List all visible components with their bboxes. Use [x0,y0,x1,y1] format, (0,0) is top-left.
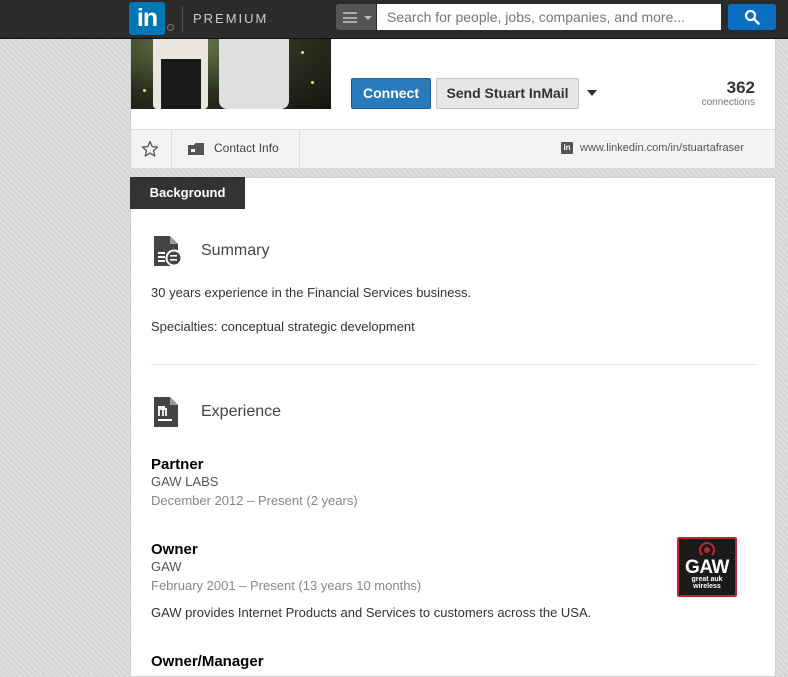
job-title[interactable]: Partner [151,456,204,473]
background-section: Background Summary 30 years experience i… [130,177,776,677]
star-icon [141,140,159,157]
save-profile-button[interactable] [131,130,172,168]
search-filter-dropdown[interactable] [336,4,376,30]
filter-menu-icon [343,12,357,23]
linkedin-logo[interactable]: in [129,2,165,35]
experience-heading: Experience [201,403,282,420]
contact-info-tab[interactable]: Contact Info [172,130,300,168]
job-company[interactable]: GAW [151,559,182,574]
folder-card-icon [188,143,204,155]
connections-label: connections [701,97,755,108]
job-company[interactable]: GAW LABS [151,474,218,489]
send-inmail-button[interactable]: Send Stuart InMail [436,78,579,109]
nav-divider [182,6,183,32]
experience-icon [154,397,178,427]
search-icon [744,9,760,25]
section-divider [151,364,756,365]
summary-icon [154,236,183,267]
job-description: GAW provides Internet Products and Servi… [151,605,592,620]
job-dates: February 2001 – Present (13 years 10 mon… [151,578,422,593]
job-dates: December 2012 – Present (2 years) [151,493,358,508]
job-title[interactable]: Owner/Manager [151,653,264,670]
search-input[interactable] [377,4,721,30]
premium-label[interactable]: PREMIUM [193,11,268,26]
photo-light [301,51,304,54]
photo-light [143,89,146,92]
signal-dot [704,547,710,553]
top-nav-bar: in PREMIUM [0,0,788,39]
background-tab: Background [130,177,245,209]
job-title[interactable]: Owner [151,541,198,558]
linkedin-small-icon: in [561,142,573,154]
contact-info-label: Contact Info [214,141,279,155]
company-logo[interactable]: GAW great auk wireless [677,537,737,597]
summary-heading: Summary [201,242,270,259]
connections-count: 362 [726,78,755,97]
summary-text: 30 years experience in the Financial Ser… [151,285,472,300]
chevron-down-icon[interactable] [587,90,597,96]
profile-action-bar: Contact Info in www.linkedin.com/in/stua… [131,129,775,168]
specialties-text: Specialties: conceptual strategic develo… [151,319,415,334]
connect-button[interactable]: Connect [351,78,431,109]
registered-mark-icon [167,24,174,31]
photo-light [311,81,314,84]
search-button[interactable] [728,4,776,30]
photo-figure [161,59,201,109]
public-profile-url[interactable]: www.linkedin.com/in/stuartafraser [580,142,744,154]
logo-subtext: great auk wireless [691,576,723,590]
chevron-down-icon [364,16,372,20]
